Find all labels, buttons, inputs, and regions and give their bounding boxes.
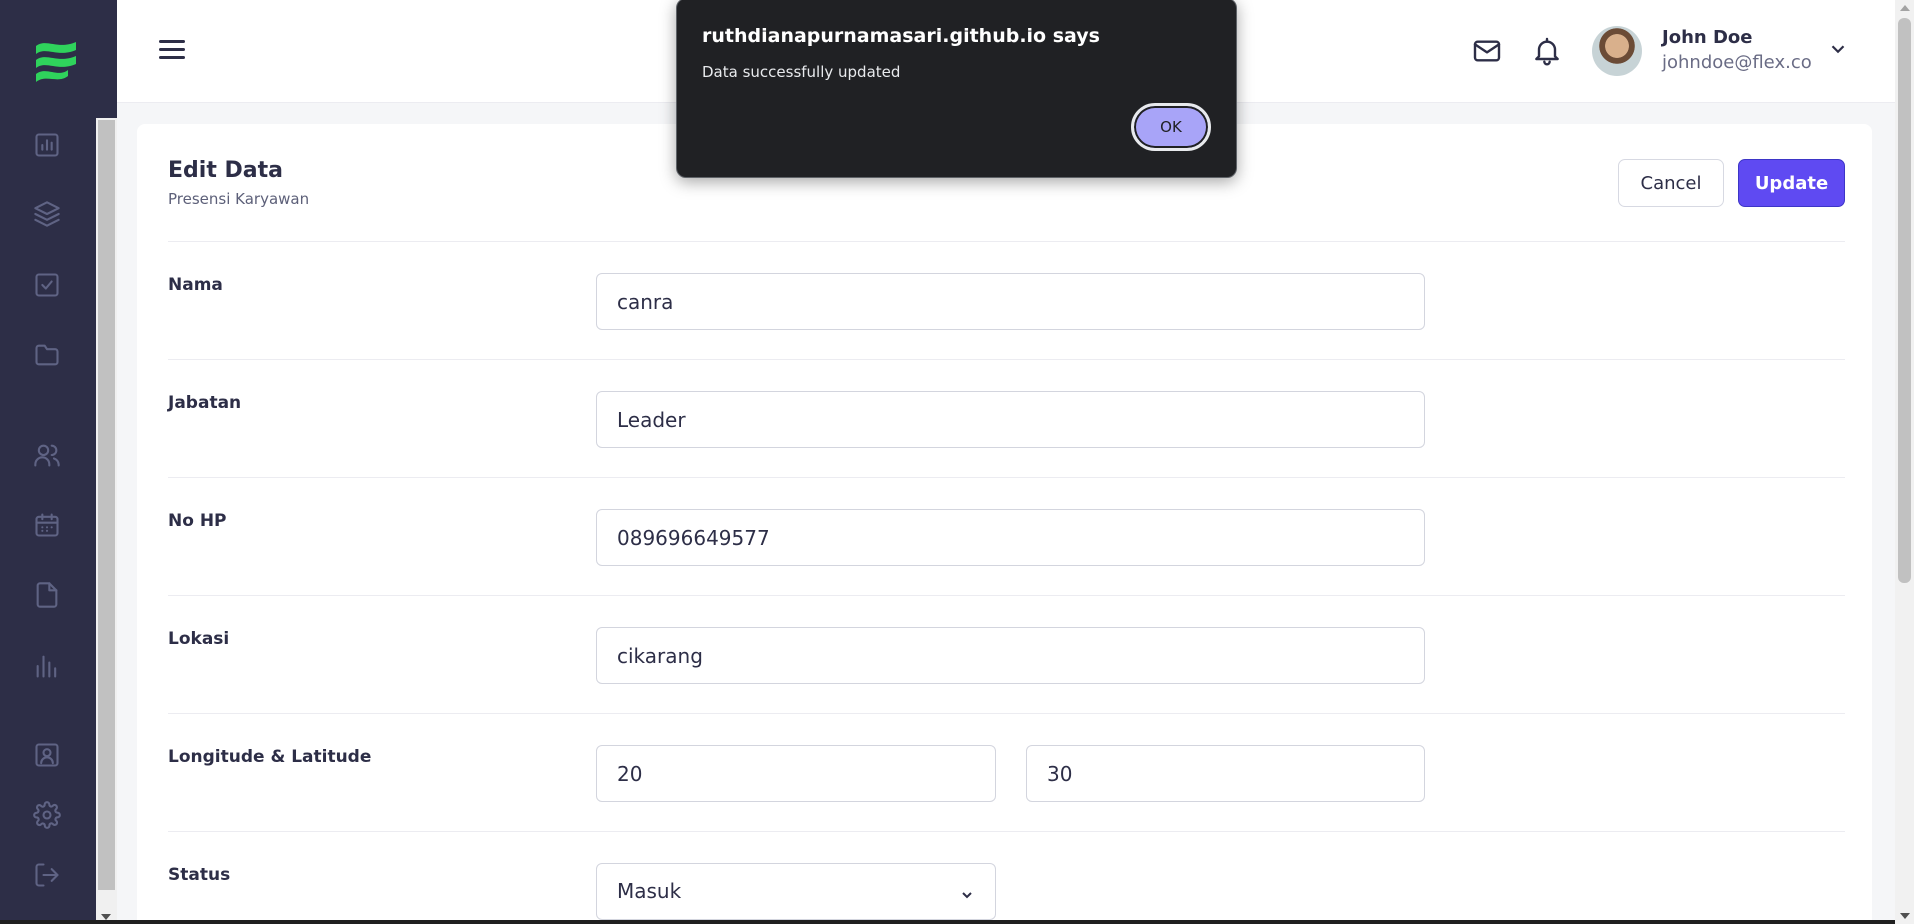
- status-label: Status: [168, 865, 231, 885]
- nama-input[interactable]: [596, 273, 1425, 330]
- bar-chart-icon[interactable]: [30, 649, 64, 683]
- latitude-input[interactable]: [1026, 745, 1425, 802]
- contact-icon[interactable]: [30, 738, 64, 772]
- form-row-status: Status Masuk: [168, 831, 1845, 924]
- avatar[interactable]: [1592, 26, 1642, 76]
- user-email: johndoe@flex.co: [1662, 52, 1812, 73]
- calendar-icon[interactable]: [30, 508, 64, 542]
- checkbox-icon[interactable]: [30, 268, 64, 302]
- browser-scrollbar-thumb[interactable]: [1898, 18, 1911, 583]
- chevron-down-icon: [961, 886, 973, 899]
- taskbar-edge: [0, 920, 1895, 924]
- jabatan-input[interactable]: [596, 391, 1425, 448]
- alert-dialog: ruthdianapurnamasari.github.io says Data…: [676, 0, 1237, 178]
- mail-icon[interactable]: [1471, 35, 1503, 67]
- logout-icon[interactable]: [30, 858, 64, 892]
- lokasi-label: Lokasi: [168, 629, 230, 649]
- edit-data-card: Edit Data Presensi Karyawan Cancel Updat…: [137, 124, 1872, 924]
- content-scrollbar[interactable]: [96, 118, 117, 924]
- longitude-input[interactable]: [596, 745, 996, 802]
- document-icon[interactable]: [30, 578, 64, 612]
- settings-icon[interactable]: [30, 798, 64, 832]
- scroll-down-arrow-icon[interactable]: [1900, 913, 1910, 919]
- ok-button[interactable]: OK: [1131, 103, 1211, 151]
- folder-icon[interactable]: [30, 338, 64, 372]
- form-row-coordinates: Longitude & Latitude: [168, 713, 1845, 831]
- coordinates-label: Longitude & Latitude: [168, 747, 372, 767]
- form-row-jabatan: Jabatan: [168, 359, 1845, 477]
- form-row-no-hp: No HP: [168, 477, 1845, 595]
- content-scrollbar-thumb[interactable]: [98, 120, 115, 890]
- user-name: John Doe: [1662, 27, 1753, 48]
- update-button[interactable]: Update: [1738, 159, 1845, 207]
- menu-toggle-icon[interactable]: [159, 40, 185, 62]
- status-select[interactable]: Masuk: [596, 863, 996, 920]
- no-hp-label: No HP: [168, 511, 227, 531]
- scroll-up-arrow-icon[interactable]: [1900, 5, 1910, 11]
- layers-icon[interactable]: [30, 197, 64, 231]
- notification-bell-icon[interactable]: [1531, 35, 1563, 67]
- dialog-title: ruthdianapurnamasari.github.io says: [702, 25, 1100, 47]
- analytics-icon[interactable]: [30, 128, 64, 162]
- chevron-down-icon[interactable]: [1827, 38, 1849, 60]
- nama-label: Nama: [168, 275, 223, 295]
- lokasi-input[interactable]: [596, 627, 1425, 684]
- cancel-button[interactable]: Cancel: [1618, 159, 1724, 207]
- form-row-nama: Nama: [168, 241, 1845, 359]
- jabatan-label: Jabatan: [168, 393, 242, 413]
- form-row-lokasi: Lokasi: [168, 595, 1845, 713]
- app-logo-icon[interactable]: [32, 36, 80, 84]
- page-title: Edit Data: [168, 158, 283, 183]
- users-icon[interactable]: [30, 438, 64, 472]
- browser-scrollbar[interactable]: [1895, 0, 1914, 924]
- status-select-value: Masuk: [617, 879, 682, 903]
- no-hp-input[interactable]: [596, 509, 1425, 566]
- page-subtitle: Presensi Karyawan: [168, 190, 310, 208]
- dialog-message: Data successfully updated: [702, 63, 901, 81]
